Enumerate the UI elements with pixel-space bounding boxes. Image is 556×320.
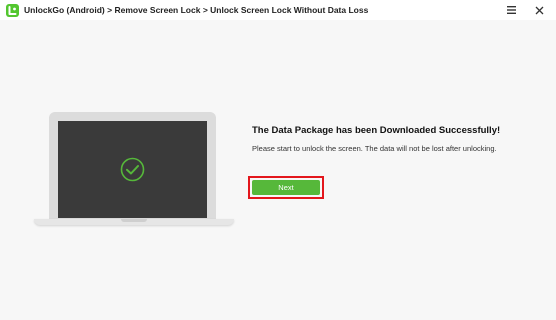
page-title: The Data Package has been Downloaded Suc… xyxy=(252,125,501,136)
laptop-lid xyxy=(49,112,216,219)
breadcrumb-item-remove-screen-lock[interactable]: Remove Screen Lock xyxy=(114,5,200,15)
main-content: The Data Package has been Downloaded Suc… xyxy=(0,20,556,320)
laptop-screen xyxy=(58,121,207,218)
next-button[interactable]: Next xyxy=(252,180,320,195)
title-bar: UnlockGo (Android) > Remove Screen Lock … xyxy=(0,0,556,20)
breadcrumb: UnlockGo (Android) > Remove Screen Lock … xyxy=(24,3,368,17)
breadcrumb-item-current: Unlock Screen Lock Without Data Loss xyxy=(210,5,369,15)
window-controls xyxy=(492,1,548,19)
breadcrumb-separator: > xyxy=(107,5,113,15)
laptop-illustration xyxy=(34,112,234,246)
laptop-notch xyxy=(121,219,147,222)
download-success-message: The Data Package has been Downloaded Suc… xyxy=(252,124,500,154)
breadcrumb-separator: > xyxy=(202,5,208,15)
page-description: Please start to unlock the screen. The d… xyxy=(252,144,497,153)
success-check-icon xyxy=(120,157,145,182)
hamburger-menu-icon xyxy=(506,6,516,14)
close-icon xyxy=(535,6,543,14)
close-button[interactable] xyxy=(530,1,548,19)
menu-button[interactable] xyxy=(502,1,520,19)
unlockgo-logo-icon xyxy=(6,4,19,17)
breadcrumb-item-app[interactable]: UnlockGo (Android) xyxy=(24,5,105,15)
